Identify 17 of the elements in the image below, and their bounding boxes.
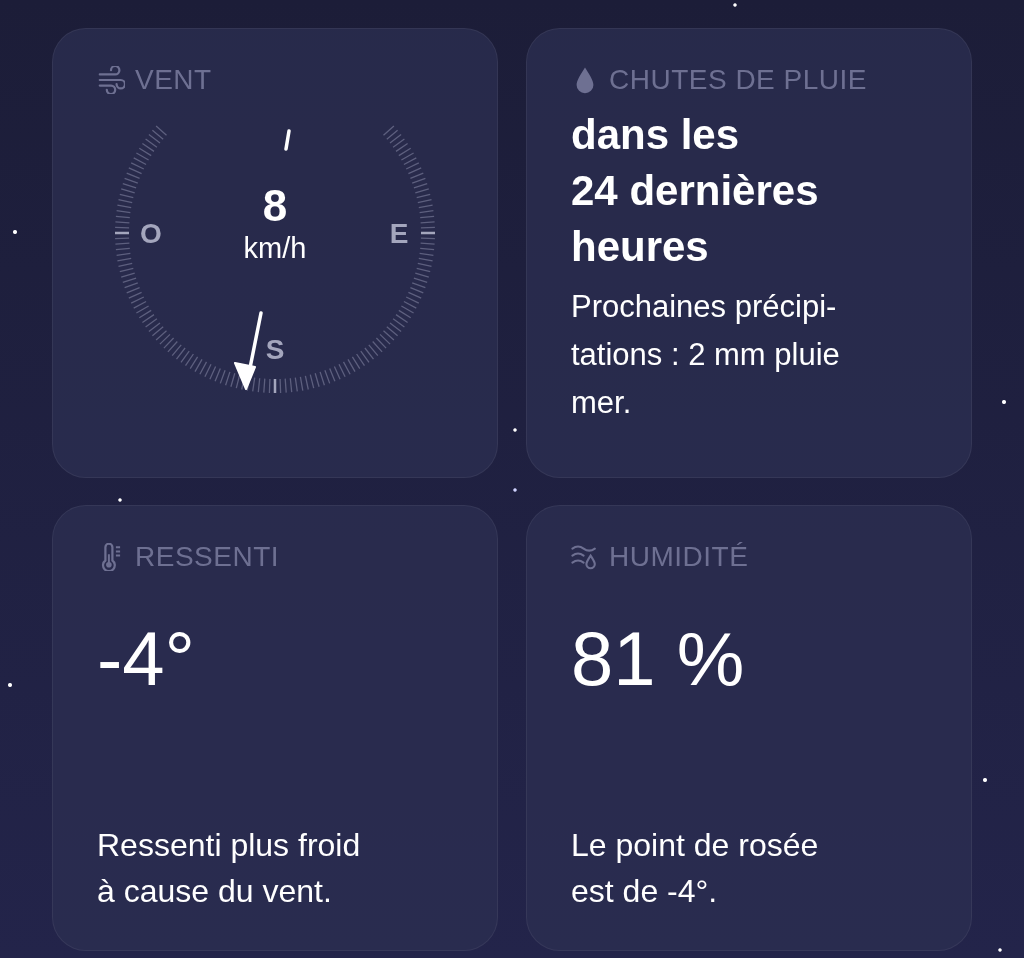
card-title: CHUTES DE PLUIE <box>609 64 867 96</box>
card-title: VENT <box>135 64 212 96</box>
wind-icon <box>97 66 125 94</box>
card-title: HUMIDITÉ <box>609 541 749 573</box>
compass-direction-label: S <box>265 334 285 365</box>
rainfall-note: Prochaines précipi- tations : 2 mm pluie mer. <box>571 288 841 422</box>
compass-direction-label: E <box>389 218 409 249</box>
dew-point-note: Le point de rosée est de -4°. <box>571 826 820 911</box>
wind-unit: km/h <box>243 231 307 265</box>
compass-direction-label: O <box>140 218 162 249</box>
humidity-value: 81 % <box>571 615 746 703</box>
feels-like-value: -4° <box>97 615 196 703</box>
feels-like-note: Ressenti plus froid à cause du vent. <box>97 826 362 911</box>
humidity-icon <box>571 543 599 571</box>
card-title: RESSENTI <box>135 541 280 573</box>
rainfall-headline: dans les 24 dernières heures <box>571 110 820 272</box>
wind-speed: 8 <box>262 181 288 231</box>
